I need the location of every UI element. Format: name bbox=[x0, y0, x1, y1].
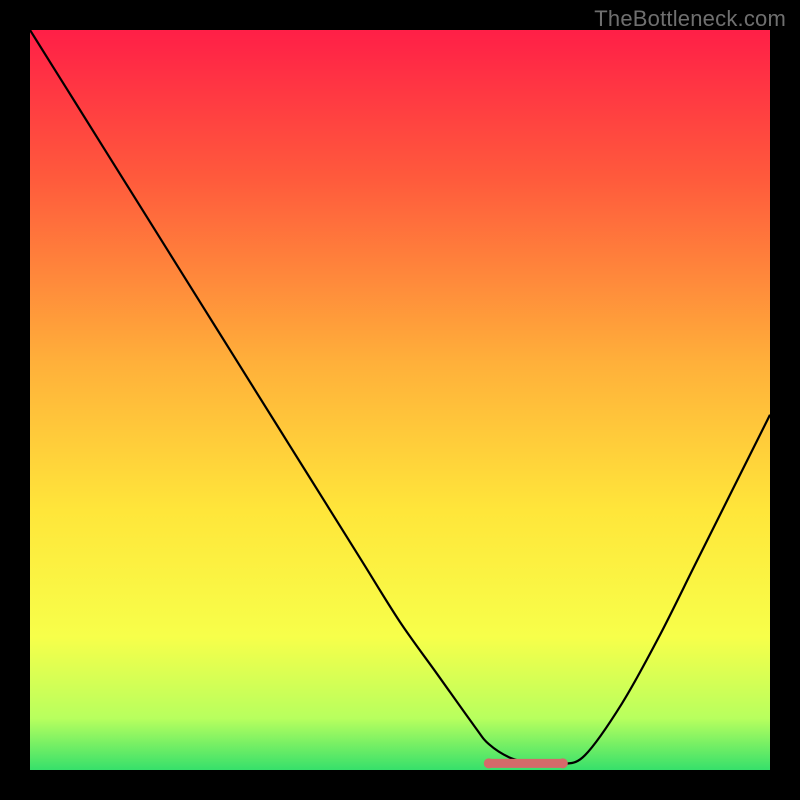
watermark-text: TheBottleneck.com bbox=[594, 6, 786, 32]
chart-frame bbox=[30, 30, 770, 770]
optimal-flat-endpoint-left bbox=[484, 758, 494, 768]
bottleneck-chart bbox=[30, 30, 770, 770]
optimal-flat-endpoint-right bbox=[558, 758, 568, 768]
gradient-background bbox=[30, 30, 770, 770]
